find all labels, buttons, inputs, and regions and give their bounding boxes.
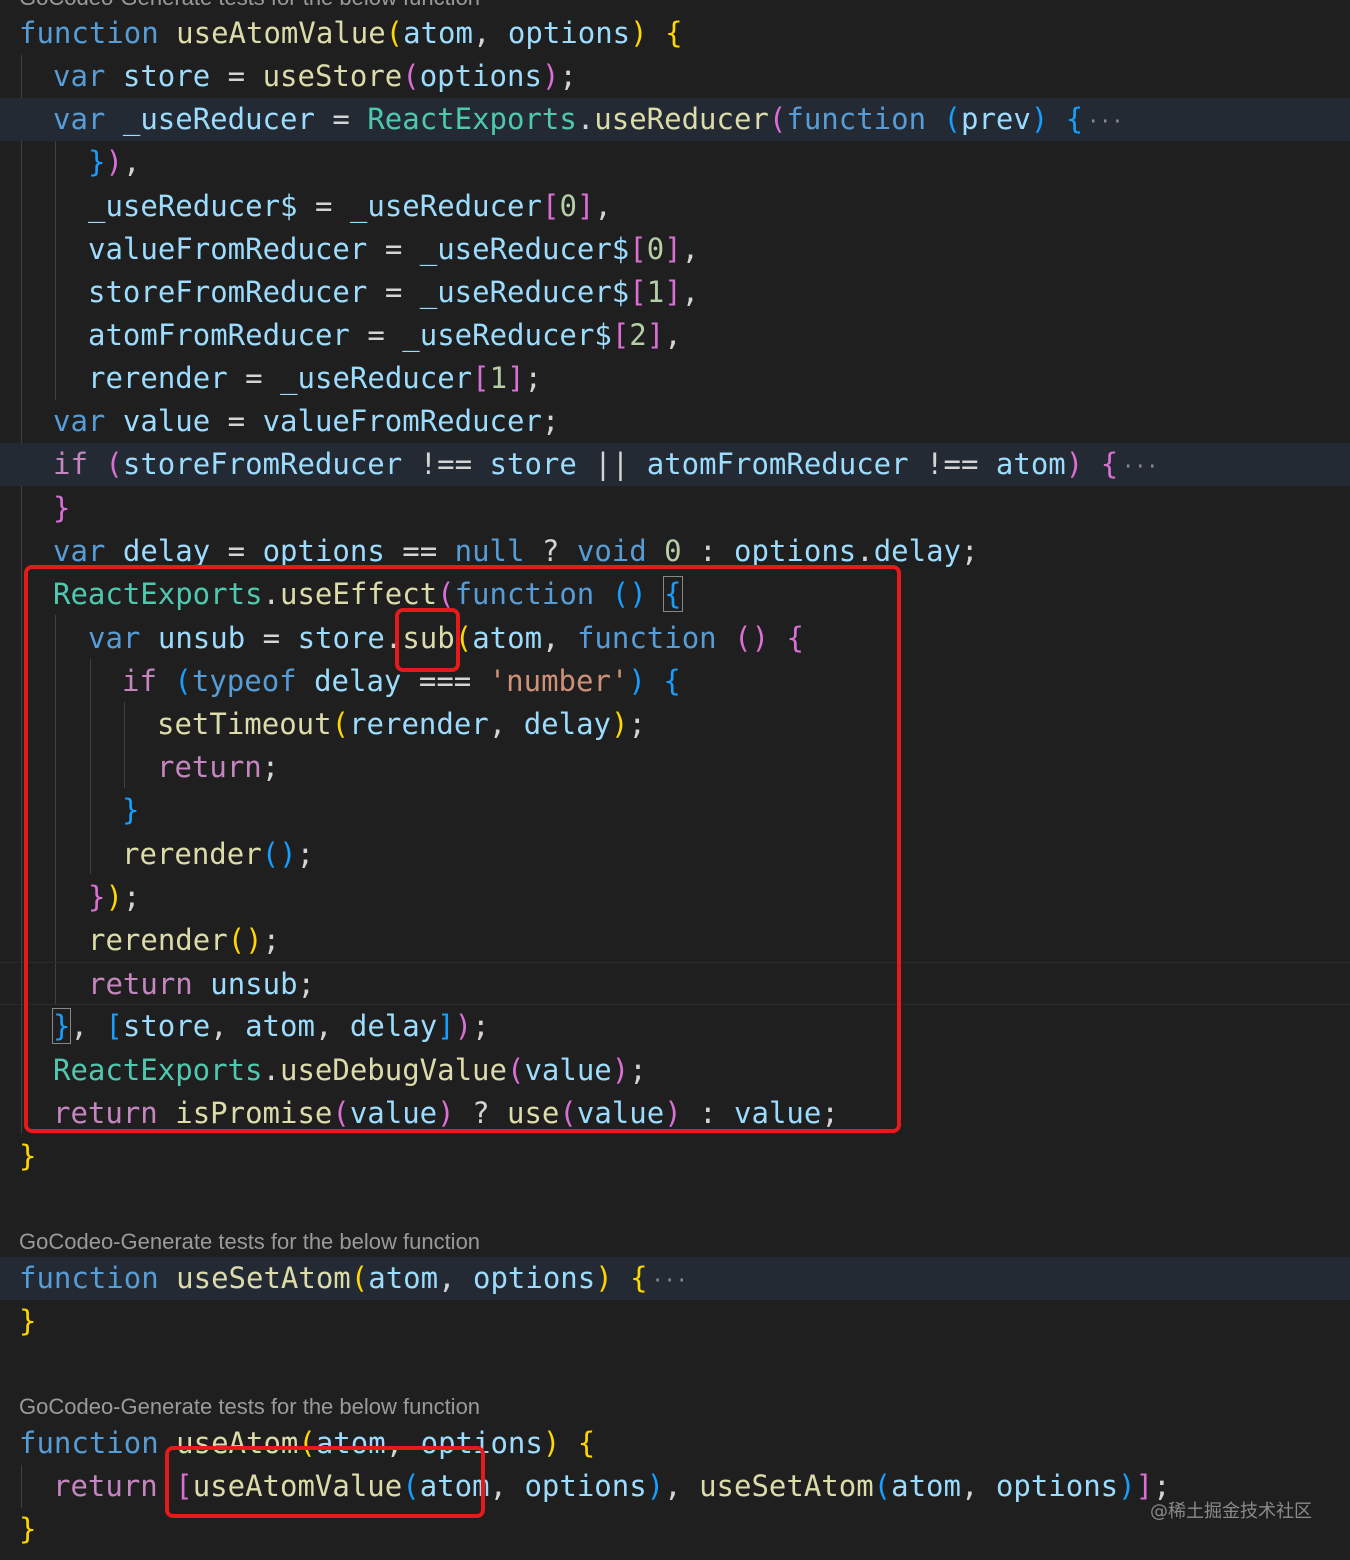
annotation-box-sub <box>395 608 460 672</box>
annotation-box-use-effect <box>24 565 901 1133</box>
code-line-6[interactable]: valueFromReducer = _useReducer$[0], <box>0 228 1350 271</box>
code-line-5[interactable]: _useReducer$ = _useReducer[0], <box>0 185 1350 228</box>
watermark: @稀土掘金技术社区 <box>1150 1501 1312 1522</box>
fold-ellipsis-icon[interactable]: ··· <box>1087 100 1123 143</box>
code-editor[interactable]: GoCodeo-Generate tests for the below fun… <box>0 0 1350 1560</box>
code-line-28-folded[interactable]: function useSetAtom(atom, options) {··· <box>0 1257 1350 1300</box>
code-line-7[interactable]: storeFromReducer = _useReducer$[1], <box>0 271 1350 314</box>
code-line-3-folded[interactable]: var _useReducer = ReactExports.useReduce… <box>0 98 1350 141</box>
code-lens-use-atom[interactable]: GoCodeo-Generate tests for the below fun… <box>19 1392 480 1422</box>
code-line-9[interactable]: rerender = _useReducer[1]; <box>0 357 1350 400</box>
fold-ellipsis-icon[interactable]: ··· <box>652 1259 688 1302</box>
code-line-10[interactable]: var value = valueFromReducer; <box>0 400 1350 443</box>
code-lens-use-set-atom[interactable]: GoCodeo-Generate tests for the below fun… <box>19 1227 480 1257</box>
code-line-27[interactable]: } <box>0 1135 1350 1178</box>
code-line-12[interactable]: } <box>0 487 1350 530</box>
code-line-29[interactable]: } <box>0 1300 1350 1343</box>
code-line-8[interactable]: atomFromReducer = _useReducer$[2], <box>0 314 1350 357</box>
fold-ellipsis-icon[interactable]: ··· <box>1122 445 1158 488</box>
code-line-1[interactable]: function useAtomValue(atom, options) { <box>0 12 1350 55</box>
annotation-box-use-atom-value <box>165 1446 485 1518</box>
code-line-4[interactable]: }), <box>0 141 1350 184</box>
code-line-2[interactable]: var store = useStore(options); <box>0 55 1350 98</box>
code-line-11-folded[interactable]: if (storeFromReducer !== store || atomFr… <box>0 443 1350 486</box>
